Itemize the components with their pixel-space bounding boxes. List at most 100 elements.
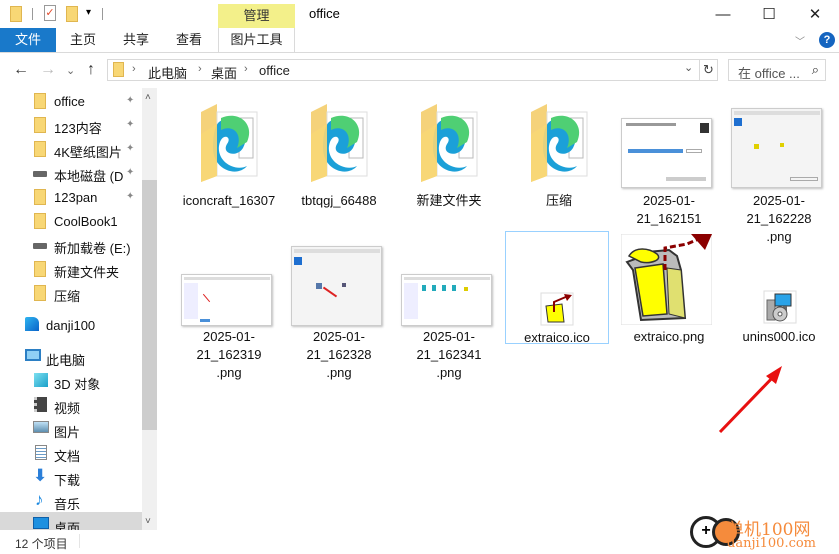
sidebar-item-123pan[interactable]: 123pan ✦ (0, 185, 142, 209)
image-thumbnail (621, 118, 712, 188)
tab-picture-tools[interactable]: 图片工具 (218, 28, 295, 52)
sidebar-item-123content[interactable]: 123内容 ✦ (0, 113, 142, 137)
minimize-button[interactable]: — (700, 0, 746, 28)
pin-icon[interactable]: ✦ (126, 191, 134, 202)
refresh-button[interactable]: ↻ (700, 59, 718, 81)
drive-icon (33, 243, 47, 249)
scroll-up-icon[interactable]: ˄ (145, 92, 151, 103)
sidebar-item-coolbook1[interactable]: CoolBook1 (0, 209, 142, 233)
sidebar-item-3d-objects[interactable]: 3D 对象 (0, 369, 142, 393)
breadcrumb-desktop[interactable]: 桌面 (211, 63, 237, 82)
tab-view[interactable]: 查看 (162, 28, 216, 52)
file-name: extraico.png (633, 329, 705, 344)
computer-icon (25, 349, 41, 361)
sidebar-item-danji100[interactable]: danji100 (0, 313, 142, 337)
pin-icon[interactable]: ✦ (126, 143, 134, 154)
file-item-icon[interactable]: unins000.ico (729, 238, 829, 368)
file-list: iconcraft_16307 tbtqgj_66488 新建文件夹 压缩 20… (160, 88, 839, 530)
video-icon (34, 397, 47, 412)
sidebar-item-4k-wallpapers[interactable]: 4K壁纸图片 ✦ (0, 137, 142, 161)
folder-icon (34, 93, 46, 109)
breadcrumb-separator: › (198, 63, 202, 75)
folder-with-edge-icon (201, 104, 258, 182)
search-placeholder: 在 office ... (738, 66, 800, 81)
sidebar-item-downloads[interactable]: ⬇ 下载 (0, 465, 142, 489)
folder-with-edge-icon (311, 104, 368, 182)
folder-icon (34, 117, 46, 133)
file-item-folder[interactable]: tbtqgj_66488 (289, 98, 389, 213)
file-item-image[interactable]: 2025-01-21_162228 .png (729, 98, 829, 244)
sidebar-item-documents[interactable]: 文档 (0, 441, 142, 465)
watermark-url: danji100.com (727, 536, 817, 551)
sidebar-item-local-disk-d[interactable]: 本地磁盘 (D:) ✦ (0, 161, 142, 185)
forward-button[interactable]: → (40, 61, 56, 79)
file-item-image[interactable]: 2025-01-21_162151.png (619, 98, 719, 244)
music-icon: ♪ (35, 490, 44, 509)
sidebar-item-volume-e[interactable]: 新加载卷 (E:) (0, 233, 142, 257)
window-title: office (309, 6, 340, 21)
documents-icon (35, 445, 47, 460)
file-item-image[interactable]: 2025-01-21_162328 .png (289, 238, 389, 380)
file-item-image[interactable]: extraico.png (619, 234, 719, 368)
downloads-icon: ⬇ (33, 466, 48, 485)
file-item-icon-selected[interactable]: extraico.ico (505, 231, 609, 345)
qat-separator (32, 8, 33, 20)
sidebar-item-videos[interactable]: 视频 (0, 393, 142, 417)
breadcrumb-this-pc[interactable]: 此电脑 (148, 63, 187, 82)
pin-icon[interactable]: ✦ (126, 167, 134, 178)
maximize-button[interactable]: ☐ (746, 0, 792, 28)
ribbon: 文件 主页 共享 查看 图片工具 ﹀ ? (0, 28, 839, 53)
file-name: 新建文件夹 (416, 193, 482, 208)
cloud-folder-icon (25, 317, 39, 331)
chevron-down-icon[interactable]: ﹀ (795, 33, 805, 48)
properties-icon[interactable]: ✓ (44, 5, 56, 21)
sidebar-item-this-pc[interactable]: 此电脑 (0, 345, 142, 369)
tab-share[interactable]: 共享 (110, 28, 162, 52)
sidebar-item-office[interactable]: office ✦ (0, 89, 142, 113)
back-button[interactable]: ← (13, 61, 29, 79)
3d-objects-icon (34, 373, 48, 387)
folder-icon (113, 62, 124, 77)
new-folder-icon[interactable] (66, 6, 78, 22)
navigation-bar: ← → ⌄ ↑ › 此电脑 › 桌面 › office ⌄ ↻ 在 office… (0, 56, 839, 86)
breadcrumb-office[interactable]: office (259, 63, 290, 78)
sidebar-item-music[interactable]: ♪ 音乐 (0, 489, 142, 513)
folder-icon[interactable] (10, 6, 22, 22)
help-icon[interactable]: ? (819, 32, 835, 48)
folder-icon (34, 213, 46, 229)
customize-qat-icon[interactable]: ▾ (86, 8, 91, 18)
sidebar-item-new-folder[interactable]: 新建文件夹 (0, 257, 142, 281)
file-item-folder[interactable]: 新建文件夹 (399, 98, 499, 213)
pin-icon[interactable]: ✦ (126, 119, 134, 130)
folder-icon (34, 261, 46, 277)
tab-home[interactable]: 主页 (56, 28, 110, 52)
address-dropdown-icon[interactable]: ⌄ (684, 61, 693, 74)
search-input[interactable]: 在 office ... ⌕ (728, 59, 826, 81)
address-bar[interactable]: › 此电脑 › 桌面 › office ⌄ (107, 59, 700, 81)
file-item-folder[interactable]: iconcraft_16307 (179, 98, 279, 213)
sidebar-item-pictures[interactable]: 图片 (0, 417, 142, 441)
desktop-icon (33, 517, 49, 529)
image-thumbnail (181, 274, 272, 326)
file-item-folder[interactable]: 压缩 (509, 98, 609, 213)
file-name: 2025-01-21_162319 .png (196, 329, 262, 380)
up-button[interactable]: ↑ (87, 61, 95, 79)
title-bar: ✓ ▾ 管理 office — ☐ ✕ (0, 0, 839, 28)
extraico-png-thumbnail (621, 234, 712, 325)
file-name: tbtqgj_66488 (301, 193, 377, 208)
tab-file[interactable]: 文件 (0, 28, 56, 52)
file-item-image[interactable]: 2025-01-21_162341 .png (399, 238, 499, 380)
sidebar-item-desktop[interactable]: 桌面 (0, 513, 142, 530)
manage-tab[interactable]: 管理 (218, 4, 295, 28)
sidebar-item-compress[interactable]: 压缩 (0, 281, 142, 305)
qat-separator (102, 8, 103, 20)
file-item-image[interactable]: 2025-01-21_162319 .png (179, 238, 279, 380)
sidebar-scrollbar-thumb[interactable] (142, 180, 157, 430)
breadcrumb-separator: › (132, 63, 136, 75)
close-button[interactable]: ✕ (792, 0, 838, 28)
pin-icon[interactable]: ✦ (126, 95, 134, 106)
file-name: 压缩 (545, 193, 572, 208)
scroll-down-icon[interactable]: ˅ (145, 516, 151, 527)
extraico-icon (540, 292, 574, 326)
recent-locations-button[interactable]: ⌄ (66, 64, 75, 77)
